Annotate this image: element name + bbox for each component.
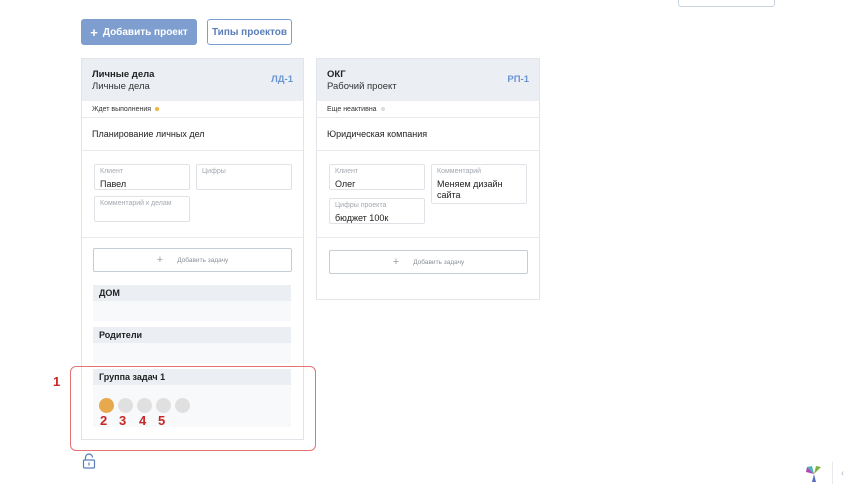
- group-title: Родители: [99, 330, 143, 340]
- add-task-label: Добавить задачу: [177, 256, 229, 264]
- numbers-field[interactable]: Цифры: [196, 164, 292, 190]
- project-code[interactable]: ЛД-1: [271, 74, 293, 85]
- top-right-button[interactable]: [678, 0, 775, 7]
- field-value: бюджет 100к: [335, 213, 389, 223]
- add-task-label: Добавить задачу: [413, 258, 465, 266]
- field-label: Цифры проекта: [335, 202, 387, 209]
- project-subtitle: Личные дела: [92, 81, 150, 92]
- project-description: Планирование личных дел: [82, 118, 303, 151]
- card-header[interactable]: ОКГ Рабочий проект РП-1: [317, 59, 539, 101]
- card-header[interactable]: Личные дела Личные дела ЛД-1: [82, 59, 303, 101]
- field-label: Клиент: [100, 168, 124, 175]
- chevron-left-icon[interactable]: ‹: [832, 462, 852, 484]
- app-logo-icon[interactable]: [803, 462, 825, 484]
- status-row[interactable]: Еще неактивна: [317, 101, 539, 118]
- status-dot-icon: [155, 107, 160, 111]
- client-field[interactable]: Клиент Павел: [94, 164, 190, 190]
- comment-field[interactable]: Комментарий к делам: [94, 196, 190, 222]
- project-subtitle: Рабочий проект: [327, 81, 397, 92]
- field-label: Комментарий к делам: [100, 200, 172, 207]
- status-text: Еще неактивна: [327, 105, 377, 113]
- project-title: ОКГ: [327, 69, 346, 80]
- project-code[interactable]: РП-1: [507, 74, 529, 85]
- task-group-body: [93, 343, 291, 363]
- divider: [82, 237, 303, 238]
- field-value: Олег: [335, 179, 356, 189]
- annotation-number-5: 5: [158, 413, 166, 428]
- status-row[interactable]: Ждет выполнения: [82, 101, 303, 118]
- description-text: Юридическая компания: [327, 129, 428, 139]
- project-title: Личные дела: [92, 69, 155, 80]
- task-group-home[interactable]: ДОМ: [93, 285, 291, 301]
- project-description: Юридическая компания: [317, 118, 539, 151]
- comment-field[interactable]: Комментарий Меняем дизайн сайта: [431, 164, 527, 204]
- project-numbers-field[interactable]: Цифры проекта бюджет 100к: [329, 198, 425, 224]
- annotation-number-1: 1: [53, 374, 61, 389]
- client-field[interactable]: Клиент Олег: [329, 164, 425, 190]
- annotation-box: [70, 366, 316, 451]
- field-value: Павел: [100, 179, 127, 189]
- field-label: Клиент: [335, 168, 359, 175]
- project-types-button[interactable]: Типы проектов: [207, 19, 292, 45]
- annotation-number-3: 3: [119, 413, 127, 428]
- add-task-button[interactable]: + Добавить задачу: [93, 248, 292, 272]
- add-task-button[interactable]: + Добавить задачу: [329, 250, 528, 274]
- annotation-number-4: 4: [139, 413, 147, 428]
- status-dot-icon: [380, 107, 385, 111]
- add-project-label: Добавить проект: [102, 26, 188, 38]
- task-group-body: [93, 301, 291, 321]
- group-title: ДОМ: [99, 288, 120, 298]
- status-text: Ждет выполнения: [92, 105, 152, 113]
- task-group-parents[interactable]: Родители: [93, 327, 291, 343]
- plus-icon: +: [156, 253, 164, 266]
- field-value: Меняем дизайн сайта: [437, 179, 503, 200]
- lock-icon[interactable]: [82, 453, 96, 469]
- plus-icon: +: [392, 255, 400, 268]
- project-card-okg: ОКГ Рабочий проект РП-1 Еще неактивна Юр…: [316, 58, 540, 300]
- field-label: Цифры: [202, 168, 226, 175]
- description-text: Планирование личных дел: [92, 129, 205, 139]
- divider: [317, 237, 539, 238]
- annotation-number-2: 2: [100, 413, 108, 428]
- add-project-button[interactable]: + Добавить проект: [81, 19, 197, 45]
- plus-icon: +: [90, 24, 98, 40]
- field-label: Комментарий: [437, 168, 482, 175]
